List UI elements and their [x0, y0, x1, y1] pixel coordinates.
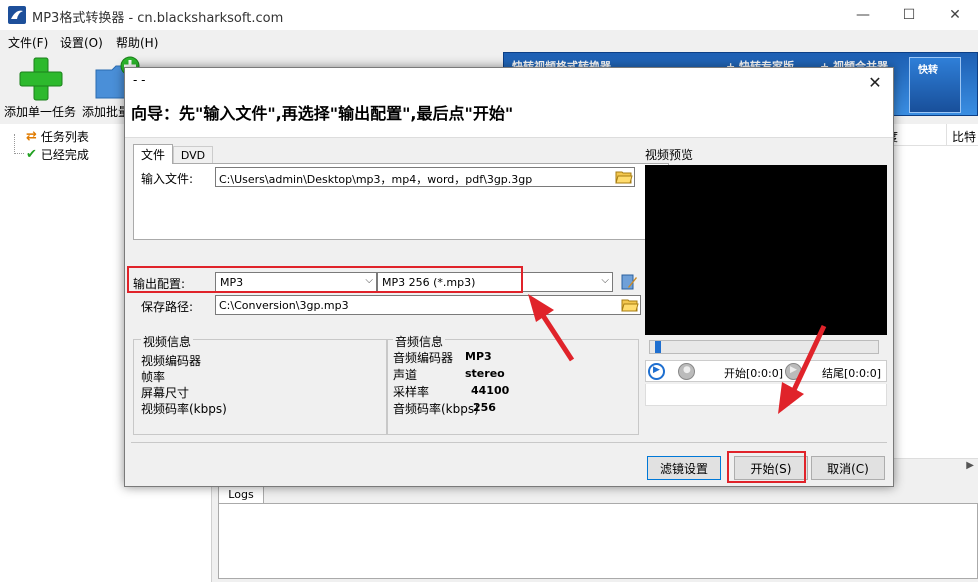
menu-help[interactable]: 帮助(H) — [116, 34, 158, 51]
browse-output-button[interactable] — [620, 296, 640, 314]
edit-profile-button[interactable] — [619, 273, 639, 291]
guide-text: 向导：先"输入文件",再选择"输出配置",最后点"开始" — [131, 104, 514, 123]
framerate-label: 帧率 — [141, 370, 166, 384]
logs-panel: Logs — [212, 478, 978, 582]
window-titlebar: MP3格式转换器 - cn.blacksharksoft.com — ☐ ✕ — [0, 0, 978, 30]
audio-info-title: 音频信息 — [393, 333, 446, 350]
close-button[interactable]: ✕ — [932, 0, 978, 30]
refresh-arrows-icon: ⇄ — [26, 128, 37, 144]
window-title: MP3格式转换器 - cn.blacksharksoft.com — [32, 11, 284, 26]
banner-product-box: 快转 — [909, 57, 961, 113]
column-divider — [946, 124, 947, 146]
menu-file[interactable]: 文件(F) — [8, 34, 48, 51]
close-icon: ✕ — [868, 72, 882, 92]
tree-item-label: 已经完成 — [40, 147, 89, 162]
dialog-titlebar: - - ✕ — [125, 68, 893, 96]
preview-controls: ▶ ● 开始[0:0:0] ▶ 结尾[0:0:0] — [645, 360, 887, 382]
tree-item-completed[interactable]: ✔ 已经完成 — [26, 146, 89, 162]
logs-output — [218, 503, 978, 579]
tree-connector — [14, 134, 24, 154]
tab-dvd[interactable]: DVD — [173, 146, 213, 164]
channels-value: stereo — [465, 367, 505, 380]
seek-thumb[interactable] — [655, 341, 661, 353]
play-icon: ▶ — [653, 365, 660, 375]
stop-icon: ● — [683, 365, 691, 375]
edit-profile-icon — [621, 274, 637, 290]
checkmark-icon: ✔ — [26, 146, 37, 162]
save-path-label: 保存路径: — [141, 300, 194, 314]
tab-file[interactable]: 文件 — [133, 144, 173, 164]
column-bitrate[interactable]: 比特 — [952, 128, 976, 145]
browse-input-button[interactable] — [614, 168, 634, 186]
video-bitrate-label: 视频码率(kbps) — [141, 402, 227, 416]
folder-open-icon — [621, 299, 639, 312]
guide-banner: 向导：先"输入文件",再选择"输出配置",最后点"开始" — [125, 96, 893, 138]
maximize-button[interactable]: ☐ — [886, 0, 932, 30]
menu-bar: 文件(F) 设置(O) 帮助(H) — [0, 30, 978, 52]
chevron-down-icon: ⌵ — [601, 275, 609, 286]
add-single-task-label: 添加单一任务 — [4, 105, 77, 119]
tree-item-label: 任务列表 — [40, 129, 89, 144]
preview-footer — [645, 384, 887, 406]
menu-settings[interactable]: 设置(O) — [60, 34, 103, 51]
add-batch-label: 添加批量 — [82, 105, 131, 119]
tab-logs[interactable]: Logs — [218, 484, 264, 504]
preview-seek-bar[interactable] — [649, 340, 879, 354]
stop-button[interactable]: ● — [678, 363, 695, 380]
audio-bitrate-label: 音频码率(kbps) — [393, 402, 479, 416]
input-file-field[interactable]: C:\Users\admin\Desktop\mp3，mp4，word，pdf\… — [215, 167, 635, 187]
input-file-label: 输入文件: — [141, 172, 194, 186]
highlight-start-button — [727, 451, 806, 483]
audio-bitrate-value: 256 — [473, 401, 496, 414]
channels-label: 声道 — [393, 368, 418, 382]
dialog-title: - - — [133, 73, 146, 87]
cancel-button[interactable]: 取消(C) — [811, 456, 885, 480]
video-preview-screen — [645, 165, 887, 335]
sample-rate-value: 44100 — [471, 384, 510, 397]
minimize-button[interactable]: — — [840, 0, 886, 30]
add-single-task-button[interactable]: 添加单一任务 — [4, 52, 78, 122]
folder-open-icon — [615, 171, 633, 184]
audio-encoder-value: MP3 — [465, 350, 492, 363]
app-icon — [8, 6, 26, 24]
tree-item-task-list[interactable]: ⇄ 任务列表 — [26, 128, 89, 144]
play-button[interactable]: ▶ — [648, 363, 665, 380]
audio-encoder-label: 音频编码器 — [393, 351, 454, 365]
annotation-arrow-config — [528, 294, 575, 362]
scroll-right-icon[interactable]: ▶ — [966, 460, 974, 471]
video-info-title: 视频信息 — [141, 333, 194, 350]
preview-label: 视频预览 — [645, 148, 694, 162]
screen-size-label: 屏幕尺寸 — [141, 386, 190, 400]
banner-product-label: 快转 — [918, 65, 938, 76]
sample-rate-label: 采样率 — [393, 385, 430, 399]
video-encoder-label: 视频编码器 — [141, 354, 202, 368]
dialog-separator — [131, 442, 887, 443]
dialog-close-button[interactable]: ✕ — [863, 70, 887, 94]
plus-icon — [19, 57, 63, 101]
annotation-arrow-start — [778, 324, 827, 414]
filter-settings-button[interactable]: 滤镜设置 — [647, 456, 721, 480]
highlight-output-config — [127, 266, 523, 293]
